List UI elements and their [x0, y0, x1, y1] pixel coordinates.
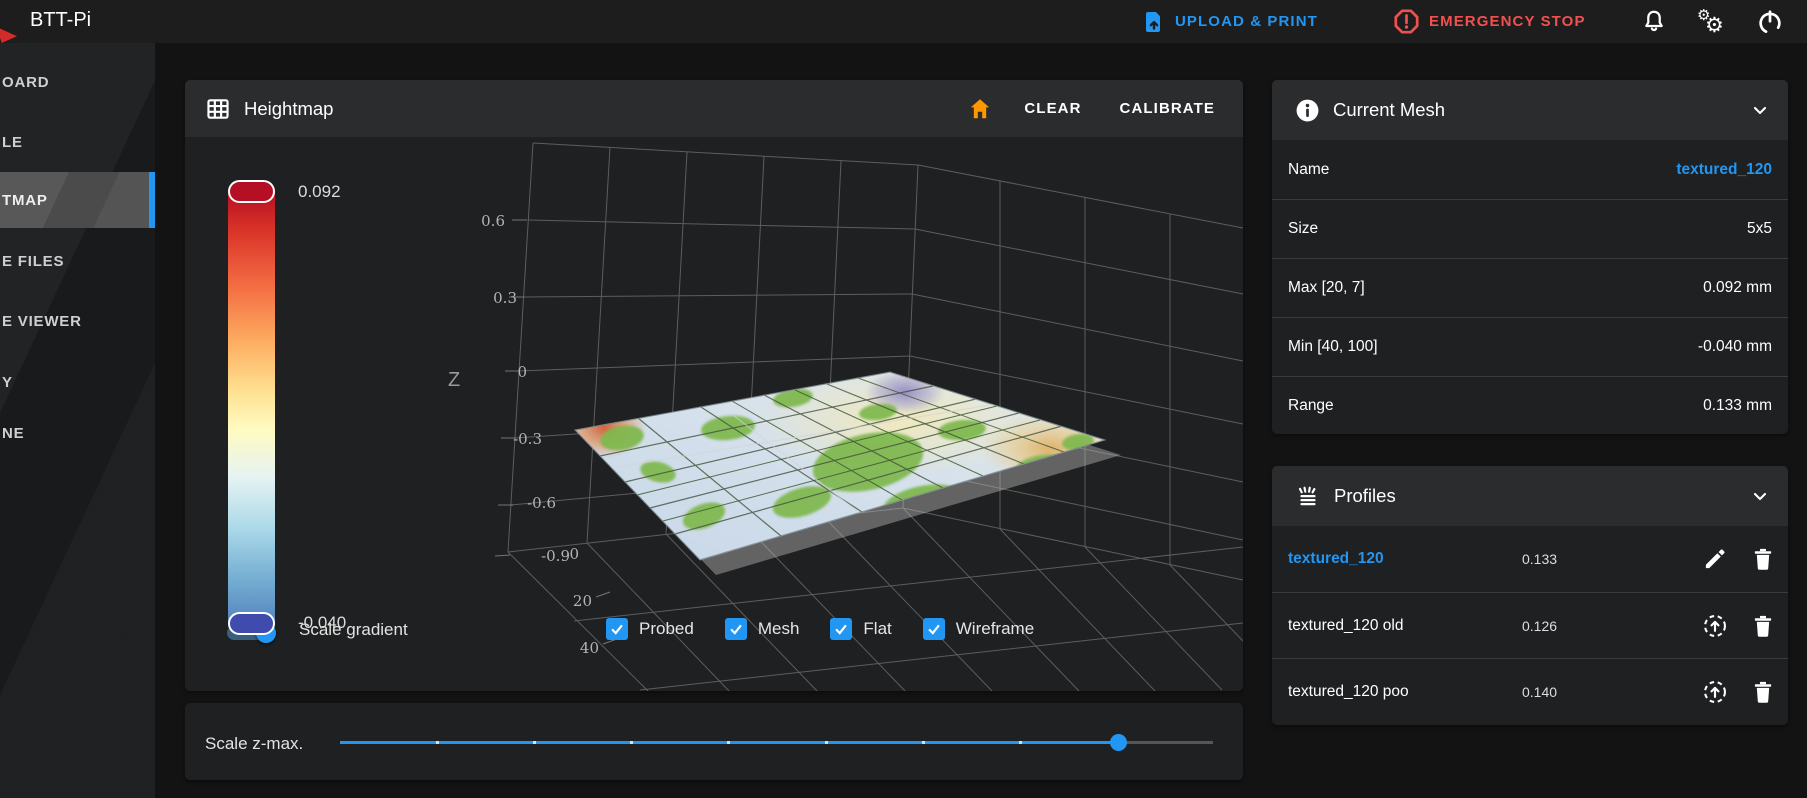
alert-octagon-icon: [1394, 9, 1419, 34]
power-icon[interactable]: [1756, 8, 1784, 36]
delete-trash-icon[interactable]: [1750, 679, 1776, 705]
sidebar-item-history[interactable]: Y: [0, 354, 155, 410]
slider-handle[interactable]: [1110, 734, 1127, 751]
mesh-name-value[interactable]: textured_120: [1676, 161, 1772, 179]
profiles-header[interactable]: Profiles: [1272, 466, 1788, 526]
profiles-title: Profiles: [1334, 485, 1396, 506]
profile-row: textured_120 0.133: [1272, 526, 1788, 592]
emergency-stop-button[interactable]: EMERGENCY STOP: [1393, 0, 1586, 43]
heightmap-title: Heightmap: [244, 97, 334, 119]
z-tick-2: 0: [517, 363, 527, 381]
sidebar-item-gcode-files[interactable]: E FILES: [0, 233, 155, 289]
profiles-card: Profiles textured_120 0.133 textured_120…: [1272, 466, 1788, 725]
sidebar-item-gcode-viewer[interactable]: E VIEWER: [0, 293, 155, 349]
load-profile-icon[interactable]: [1702, 679, 1728, 705]
z-tick-4: -0.6: [527, 494, 556, 512]
profile-name[interactable]: textured_120 poo: [1288, 683, 1522, 701]
checkbox-probed-box: [606, 618, 628, 640]
z-axis-name: Z: [448, 369, 460, 391]
profile-range: 0.126: [1522, 617, 1558, 634]
upload-and-print-button[interactable]: UPLOAD & PRINT: [1142, 0, 1318, 43]
sidebar-item-dashboard[interactable]: OARD: [0, 54, 155, 110]
sidebar-item-console[interactable]: LE: [0, 114, 155, 170]
settings-gears-icon[interactable]: ⚙ ⚙: [1697, 7, 1725, 37]
clear-button[interactable]: CLEAR: [1010, 92, 1095, 125]
top-bar: BTT-Pi UPLOAD & PRINT EMERGENCY STOP ⚙ ⚙: [0, 0, 1807, 43]
z-tick-5: -0.9: [541, 547, 570, 565]
checkbox-mesh[interactable]: Mesh: [724, 618, 799, 640]
z-tick-0: 0.6: [481, 212, 505, 230]
colorbar-max-value: 0.092: [298, 182, 341, 201]
colorbar: 0.092 -0.040: [228, 180, 346, 635]
scale-zmax-slider[interactable]: [340, 728, 1213, 756]
grid-icon: [207, 98, 229, 119]
chevron-down-icon[interactable]: [1748, 484, 1772, 508]
checkbox-wireframe-box: [922, 618, 945, 640]
colorbar-max-handle[interactable]: [228, 180, 275, 203]
mesh-row-size: Size 5x5: [1272, 199, 1788, 258]
home-printer-button[interactable]: [960, 89, 1000, 129]
calibrate-button[interactable]: CALIBRATE: [1106, 92, 1229, 125]
checkbox-flat[interactable]: Flat: [830, 618, 892, 640]
heightmap-card-header: Heightmap CLEAR CALIBRATE: [185, 80, 1243, 137]
sidebar-item-machine[interactable]: NE: [0, 405, 155, 461]
z-tick-3: -0.3: [513, 430, 542, 448]
upload-and-print-label: UPLOAD & PRINT: [1175, 13, 1318, 30]
current-mesh-card: Current Mesh Name textured_120 Size 5x5 …: [1272, 80, 1788, 434]
home-icon: [971, 98, 990, 118]
profile-row: textured_120 old 0.126: [1272, 592, 1788, 658]
sidebar-item-heightmap[interactable]: TMAP: [0, 172, 155, 228]
edit-pencil-icon[interactable]: [1702, 546, 1728, 572]
checkbox-mesh-box: [724, 618, 747, 640]
file-upload-icon: [1146, 11, 1160, 32]
current-mesh-title: Current Mesh: [1333, 99, 1446, 120]
profile-range: 0.133: [1522, 551, 1558, 567]
active-nav-indicator: [149, 172, 155, 228]
scale-zmax-label: Scale z-max.: [205, 734, 304, 753]
load-profile-icon[interactable]: [1702, 613, 1728, 639]
current-mesh-header[interactable]: Current Mesh: [1272, 80, 1788, 140]
delete-trash-icon[interactable]: [1750, 613, 1776, 639]
notifications-bell-icon[interactable]: [1640, 8, 1668, 36]
checkbox-wireframe[interactable]: Wireframe: [922, 618, 1034, 640]
scale-zmax-card: Scale z-max.: [185, 703, 1243, 780]
colorbar-min-handle[interactable]: [228, 612, 275, 635]
info-icon: [1296, 99, 1319, 121]
chevron-down-icon[interactable]: [1748, 98, 1772, 122]
sidebar-nav: OARD LE TMAP E FILES E VIEWER Y NE: [0, 43, 155, 798]
app-title: BTT-Pi: [30, 9, 92, 31]
colorbar-min-value: -0.040: [298, 613, 347, 632]
emergency-stop-label: EMERGENCY STOP: [1429, 13, 1586, 30]
profile-row: textured_120 poo 0.140: [1272, 658, 1788, 724]
y-tick-0: 0: [569, 545, 579, 563]
z-tick-1: 0.3: [493, 289, 517, 307]
profile-name[interactable]: textured_120: [1288, 550, 1522, 568]
checkbox-probed[interactable]: Probed: [606, 618, 694, 640]
mesh-row-min: Min [40, 100] -0.040 mm: [1272, 317, 1788, 376]
checkbox-flat-box: [830, 618, 853, 640]
brand-logo-icon: [0, 28, 17, 43]
colorbar-gradient: [228, 192, 275, 623]
app-window: BTT-Pi UPLOAD & PRINT EMERGENCY STOP ⚙ ⚙…: [0, 0, 1807, 798]
mesh-row-max: Max [20, 7] 0.092 mm: [1272, 258, 1788, 317]
mesh-row-range: Range 0.133 mm: [1272, 376, 1788, 434]
profile-name[interactable]: textured_120 old: [1288, 617, 1522, 635]
mesh-row-name: Name textured_120: [1288, 160, 1772, 179]
profile-range: 0.140: [1522, 683, 1558, 700]
profiles-stack-icon: [1298, 486, 1316, 506]
delete-trash-icon[interactable]: [1750, 546, 1776, 572]
heightmap-card: Heightmap CLEAR CALIBRATE Z 0.6 0.3 0 -0…: [185, 80, 1243, 691]
